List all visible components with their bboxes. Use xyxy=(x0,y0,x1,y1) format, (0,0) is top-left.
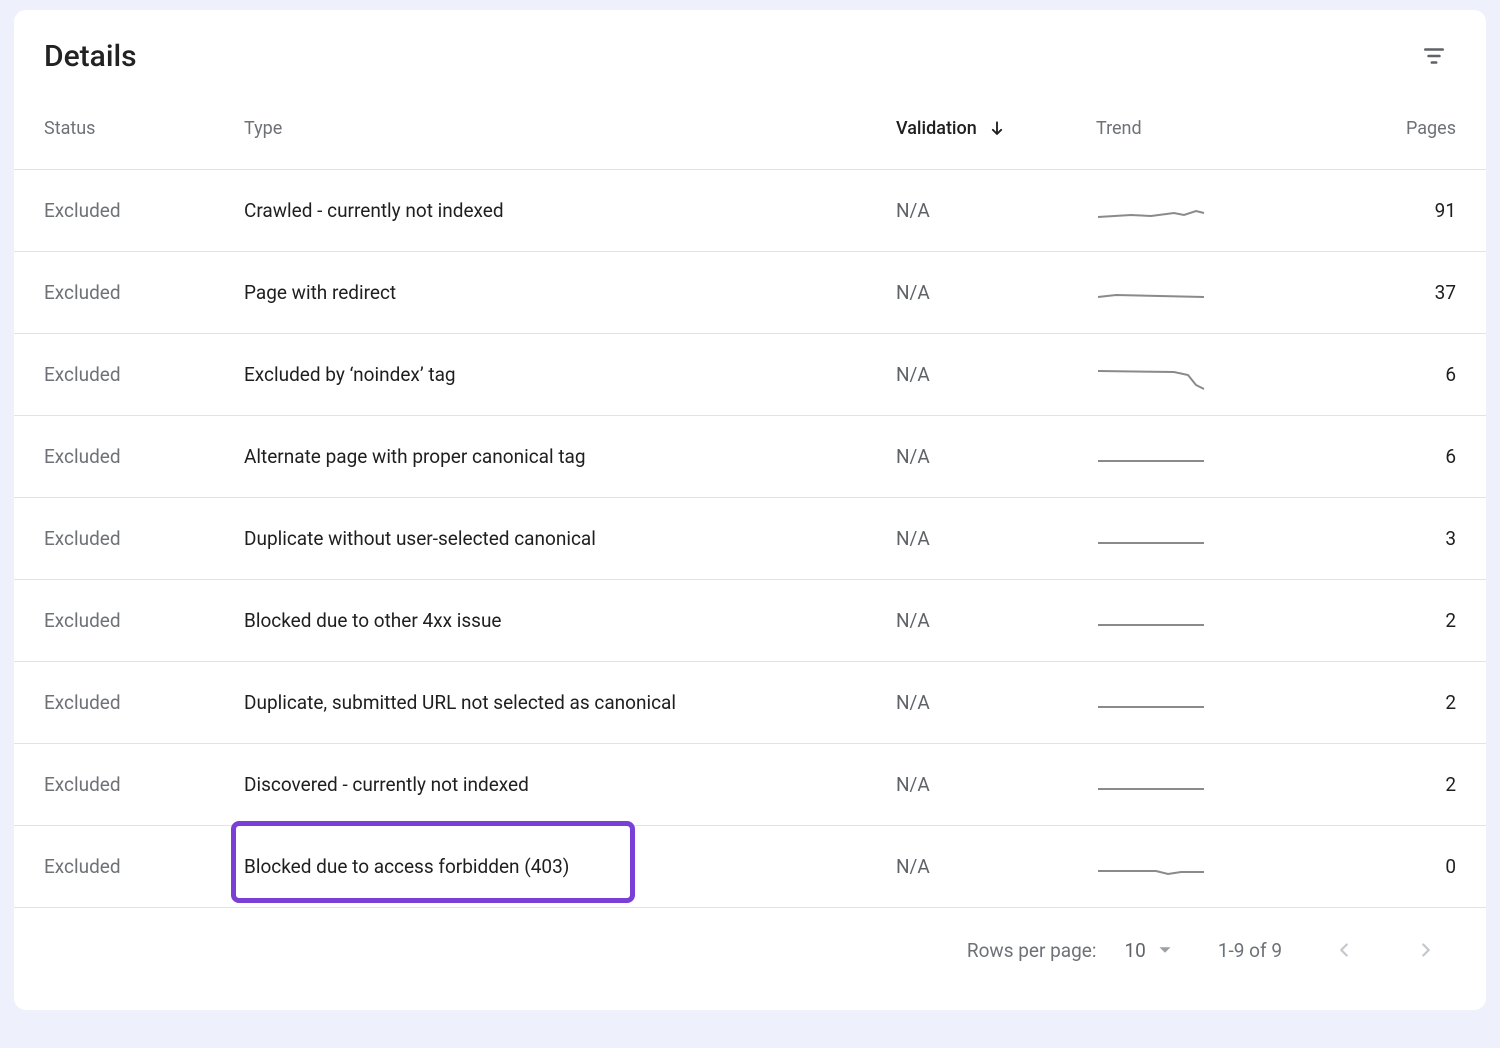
table-row[interactable]: ExcludedBlocked due to other 4xx issueN/… xyxy=(14,580,1486,662)
cell-pages: 2 xyxy=(1326,609,1456,632)
trend-sparkline xyxy=(1096,273,1206,313)
cell-status: Excluded xyxy=(44,773,244,796)
cell-status: Excluded xyxy=(44,199,244,222)
cell-status: Excluded xyxy=(44,691,244,714)
cell-validation: N/A xyxy=(896,445,1096,468)
sort-descending-icon xyxy=(987,119,1007,139)
next-page-button[interactable] xyxy=(1406,930,1446,970)
cell-type: Alternate page with proper canonical tag xyxy=(244,445,896,468)
cell-status: Excluded xyxy=(44,281,244,304)
table-footer: Rows per page: 10 1-9 of 9 xyxy=(14,908,1486,978)
dropdown-icon xyxy=(1154,939,1176,961)
pagination-range: 1-9 of 9 xyxy=(1218,939,1282,962)
cell-pages: 3 xyxy=(1326,527,1456,550)
cell-type: Discovered - currently not indexed xyxy=(244,773,896,796)
table-row[interactable]: ExcludedDuplicate without user-selected … xyxy=(14,498,1486,580)
col-header-status[interactable]: Status xyxy=(44,118,244,139)
cell-trend xyxy=(1096,765,1326,805)
cell-trend xyxy=(1096,601,1326,641)
chevron-right-icon xyxy=(1415,939,1437,961)
table-row[interactable]: ExcludedExcluded by ‘noindex’ tagN/A 6 xyxy=(14,334,1486,416)
cell-type: Page with redirect xyxy=(244,281,896,304)
table-row[interactable]: ExcludedDiscovered - currently not index… xyxy=(14,744,1486,826)
table-row[interactable]: ExcludedBlocked due to access forbidden … xyxy=(14,826,1486,908)
cell-validation: N/A xyxy=(896,855,1096,878)
prev-page-button[interactable] xyxy=(1324,930,1364,970)
details-table: Status Type Validation Trend Pages Exclu… xyxy=(14,88,1486,908)
cell-validation: N/A xyxy=(896,691,1096,714)
trend-sparkline xyxy=(1096,437,1206,477)
cell-pages: 37 xyxy=(1326,281,1456,304)
rows-per-page: Rows per page: 10 xyxy=(967,939,1176,962)
trend-sparkline xyxy=(1096,847,1206,887)
cell-trend xyxy=(1096,355,1326,395)
rows-per-page-value: 10 xyxy=(1124,939,1145,962)
cell-validation: N/A xyxy=(896,363,1096,386)
card-header: Details xyxy=(14,10,1486,88)
cell-status: Excluded xyxy=(44,609,244,632)
cell-type: Blocked due to access forbidden (403) xyxy=(244,855,896,878)
col-header-trend[interactable]: Trend xyxy=(1096,118,1326,139)
rows-per-page-label: Rows per page: xyxy=(967,939,1097,962)
cell-validation: N/A xyxy=(896,199,1096,222)
rows-per-page-select[interactable]: 10 xyxy=(1124,939,1175,962)
cell-type: Duplicate without user-selected canonica… xyxy=(244,527,896,550)
col-header-type[interactable]: Type xyxy=(244,118,896,139)
chevron-left-icon xyxy=(1333,939,1355,961)
trend-sparkline xyxy=(1096,191,1206,231)
cell-status: Excluded xyxy=(44,855,244,878)
cell-pages: 2 xyxy=(1326,691,1456,714)
table-row[interactable]: ExcludedAlternate page with proper canon… xyxy=(14,416,1486,498)
details-card: Details Status Type Validation Trend Pag… xyxy=(14,10,1486,1010)
col-header-validation[interactable]: Validation xyxy=(896,118,1096,139)
cell-pages: 0 xyxy=(1326,855,1456,878)
cell-pages: 6 xyxy=(1326,445,1456,468)
trend-sparkline xyxy=(1096,683,1206,723)
cell-validation: N/A xyxy=(896,773,1096,796)
trend-sparkline xyxy=(1096,355,1206,395)
cell-trend xyxy=(1096,847,1326,887)
cell-status: Excluded xyxy=(44,363,244,386)
table-header-row: Status Type Validation Trend Pages xyxy=(14,88,1486,170)
trend-sparkline xyxy=(1096,601,1206,641)
cell-status: Excluded xyxy=(44,445,244,468)
cell-trend xyxy=(1096,273,1326,313)
cell-type: Blocked due to other 4xx issue xyxy=(244,609,896,632)
cell-validation: N/A xyxy=(896,609,1096,632)
cell-validation: N/A xyxy=(896,281,1096,304)
cell-validation: N/A xyxy=(896,527,1096,550)
cell-pages: 91 xyxy=(1326,199,1456,222)
table-row[interactable]: ExcludedCrawled - currently not indexedN… xyxy=(14,170,1486,252)
cell-trend xyxy=(1096,519,1326,559)
col-header-pages[interactable]: Pages xyxy=(1326,118,1456,139)
cell-pages: 6 xyxy=(1326,363,1456,386)
col-header-validation-label: Validation xyxy=(896,118,977,139)
cell-trend xyxy=(1096,437,1326,477)
cell-pages: 2 xyxy=(1326,773,1456,796)
filter-icon xyxy=(1421,43,1447,69)
cell-type: Duplicate, submitted URL not selected as… xyxy=(244,691,896,714)
trend-sparkline xyxy=(1096,519,1206,559)
trend-sparkline xyxy=(1096,765,1206,805)
cell-type: Crawled - currently not indexed xyxy=(244,199,896,222)
cell-status: Excluded xyxy=(44,527,244,550)
cell-trend xyxy=(1096,191,1326,231)
page-title: Details xyxy=(44,39,137,74)
table-row[interactable]: ExcludedDuplicate, submitted URL not sel… xyxy=(14,662,1486,744)
filter-button[interactable] xyxy=(1412,34,1456,78)
cell-trend xyxy=(1096,683,1326,723)
cell-type: Excluded by ‘noindex’ tag xyxy=(244,363,896,386)
table-row[interactable]: ExcludedPage with redirectN/A 37 xyxy=(14,252,1486,334)
